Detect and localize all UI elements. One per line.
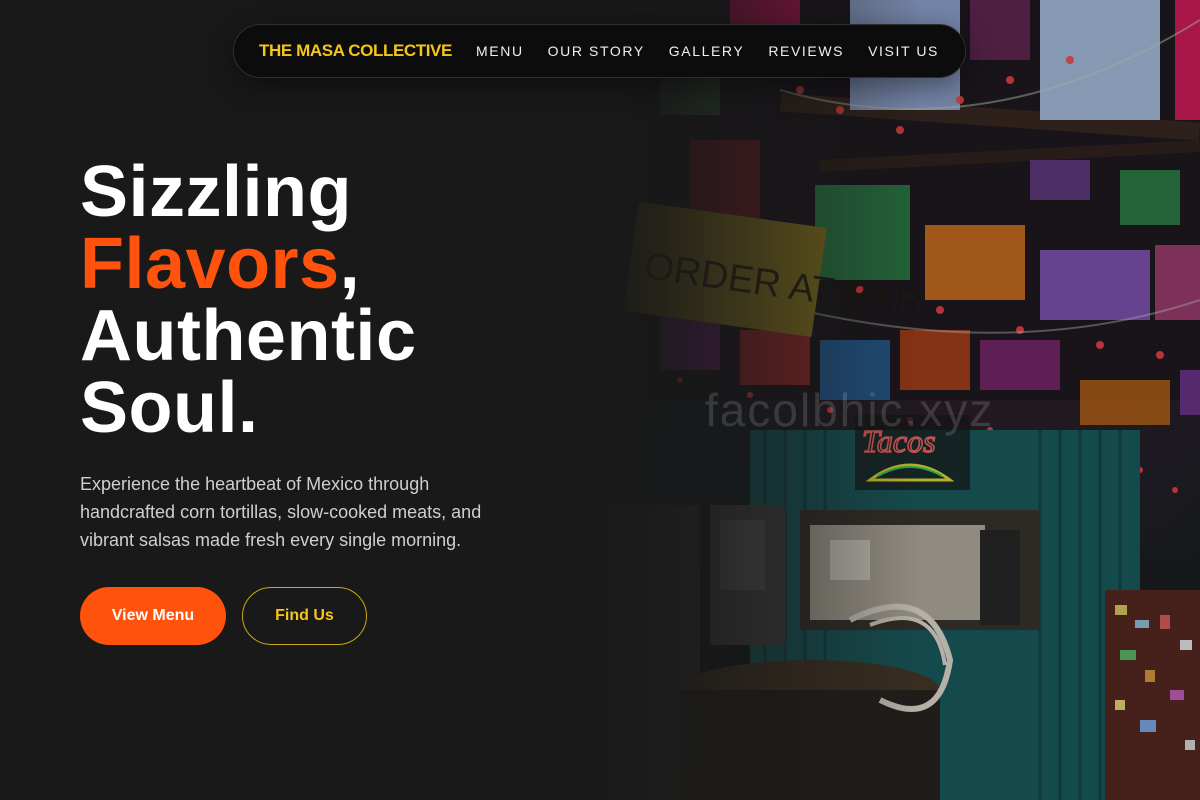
brand-logo-link[interactable]: THE MASA COLLECTIVE xyxy=(259,41,452,61)
tacos-neon-sign: Tacos xyxy=(862,423,936,459)
headline-comma: , xyxy=(339,224,361,304)
hero-description: Experience the heartbeat of Mexico throu… xyxy=(80,474,482,550)
hero-headline: Sizzling Flavors, Authentic Soul. xyxy=(80,156,600,444)
headline-line-4: Soul. xyxy=(80,368,259,448)
headline-line-3: Authentic xyxy=(80,296,417,376)
find-us-button[interactable]: Find Us xyxy=(242,587,367,645)
nav-link-reviews[interactable]: REVIEWS xyxy=(768,43,844,59)
hero-section: Sizzling Flavors, Authentic Soul. Experi… xyxy=(80,156,600,645)
nav-link-our-story[interactable]: OUR STORY xyxy=(548,43,645,59)
restaurant-interior-illustration: ORDER AT BAR Tacos xyxy=(600,0,1200,800)
view-menu-button[interactable]: View Menu xyxy=(80,587,226,645)
headline-line-1: Sizzling xyxy=(80,152,352,232)
nav-link-gallery[interactable]: GALLERY xyxy=(669,43,745,59)
nav-link-visit-us[interactable]: VISIT US xyxy=(868,43,939,59)
nav-links: MENU OUR STORY GALLERY REVIEWS VISIT US xyxy=(476,43,939,59)
top-navigation: THE MASA COLLECTIVE MENU OUR STORY GALLE… xyxy=(233,24,966,78)
headline-accent-word: Flavors xyxy=(80,224,340,304)
hero-background-photo: ORDER AT BAR Tacos xyxy=(600,0,1200,800)
nav-link-menu[interactable]: MENU xyxy=(476,43,524,59)
headline-line-2: Flavors, xyxy=(80,228,600,300)
hero-actions: View Menu Find Us xyxy=(80,587,600,645)
